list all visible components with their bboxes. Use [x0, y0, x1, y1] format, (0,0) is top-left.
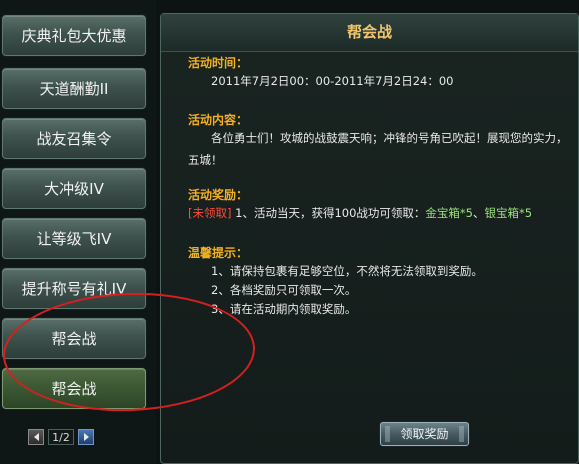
time-text: 2011年7月2日00：00-2011年7月2日24：00: [211, 74, 454, 88]
tip-item: 1、请保持包裹有足够空位，不然将无法领取到奖励。: [211, 264, 483, 278]
menu-item-level-fly[interactable]: 让等级飞IV: [2, 218, 146, 259]
reward-item-silver-chest: 银宝箱*5: [484, 206, 533, 220]
menu-item-guild-war[interactable]: 帮会战: [2, 318, 146, 359]
pagination: 1/2: [28, 428, 94, 446]
arrow-right-icon: [83, 433, 89, 441]
claim-reward-button[interactable]: 领取奖励: [380, 422, 469, 446]
menu-item-diligence-reward[interactable]: 天道酬勤II: [2, 68, 146, 109]
claim-reward-label: 领取奖励: [400, 427, 449, 441]
tips-heading: 温馨提示：: [188, 246, 249, 260]
tip-item: 3、请在活动期内领取奖励。: [211, 302, 357, 316]
reward-row: [未领取] 1、活动当天，获得100战功可领取：金宝箱*5、银宝箱*5: [188, 205, 532, 221]
button-cap-left: [385, 426, 390, 442]
activity-detail-panel: 帮会战 活动时间： 2011年7月2日00：00-2011年7月2日24：00 …: [160, 13, 579, 464]
reward-description: 1、活动当天，获得100战功可领取：: [231, 206, 426, 220]
menu-item-title-upgrade[interactable]: 提升称号有礼IV: [2, 268, 146, 309]
panel-title-bar: 帮会战: [161, 14, 578, 52]
reward-heading: 活动奖励：: [188, 188, 249, 202]
activity-menu: 庆典礼包大优惠 天道酬勤II 战友召集令 大冲级IV 让等级飞IV 提升称号有礼…: [0, 0, 156, 464]
content-heading: 活动内容：: [188, 113, 249, 127]
reward-separator: 、: [472, 206, 485, 220]
time-heading: 活动时间：: [188, 56, 249, 70]
content-text-line1: 各位勇士们！攻城的战鼓震天响；冲锋的号角已吹起！展现您的实力，: [211, 131, 568, 145]
panel-title: 帮会战: [346, 23, 392, 41]
button-cap-right: [459, 426, 464, 442]
menu-item-celebration-pack[interactable]: 庆典礼包大优惠: [2, 15, 146, 56]
content-text-line2: 五城！: [188, 153, 223, 167]
menu-item-comrade-summon[interactable]: 战友召集令: [2, 118, 146, 159]
reward-status: [未领取]: [188, 206, 232, 220]
arrow-left-icon: [33, 433, 39, 441]
page-indicator: 1/2: [48, 429, 74, 445]
menu-item-guild-war-selected[interactable]: 帮会战: [2, 368, 146, 409]
tip-item: 2、各档奖励只可领取一次。: [211, 283, 357, 297]
menu-item-level-rush[interactable]: 大冲级IV: [2, 168, 146, 209]
next-page-button[interactable]: [78, 429, 94, 445]
prev-page-button[interactable]: [28, 429, 44, 445]
reward-item-gold-chest: 金宝箱*5: [425, 206, 473, 220]
